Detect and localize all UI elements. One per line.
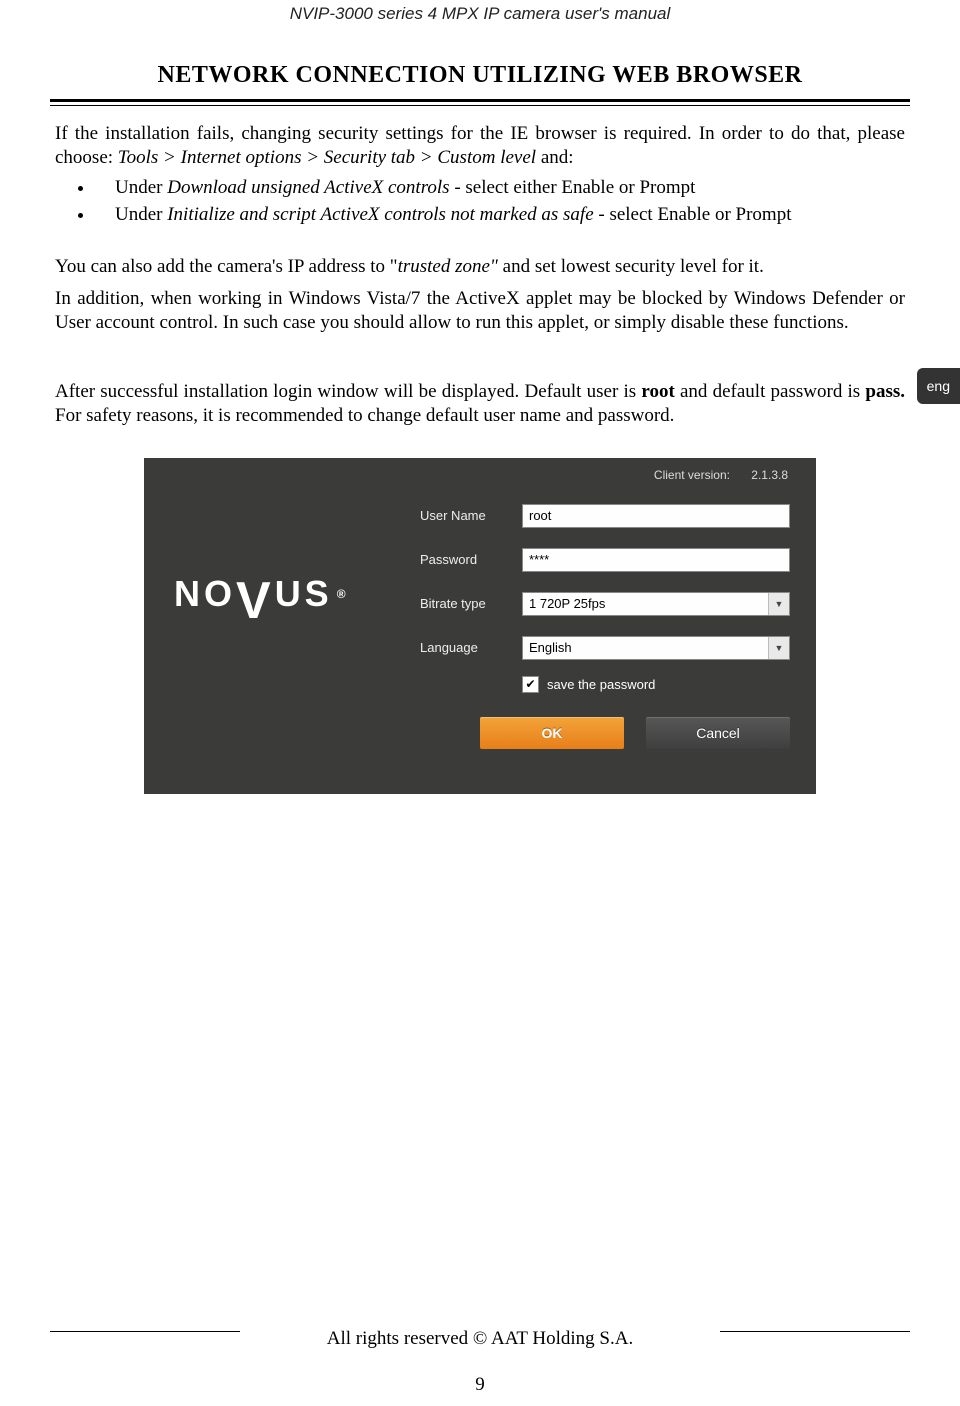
section-rule [50,99,910,104]
novus-logo: NOVUS® [174,573,346,615]
language-value: English [529,640,572,655]
text: and default password is [675,381,866,402]
registered-icon: ® [337,587,346,601]
save-password-checkbox[interactable]: ✔ [522,676,539,693]
client-version: Client version: 2.1.3.8 [654,468,788,482]
ok-button[interactable]: OK [480,717,624,749]
logo-text-v: V [236,583,275,619]
chevron-down-icon: ▼ [768,637,789,659]
paragraph-1: If the installation fails, changing secu… [55,122,905,170]
logo-text-pre: NO [174,573,236,615]
text: and set lowest security level for it. [498,256,764,277]
text: - select either Enable or Prompt [450,177,696,198]
cancel-button[interactable]: Cancel [646,717,790,749]
trusted-zone: trusted zone" [398,256,498,277]
password-input[interactable] [522,548,790,572]
default-user: root [641,381,674,402]
save-password-label: save the password [547,677,655,692]
section-title: NETWORK CONNECTION UTILIZING WEB BROWSER [0,62,960,89]
client-version-value: 2.1.3.8 [751,468,788,482]
username-input[interactable] [522,504,790,528]
text: - select Enable or Prompt [594,204,792,225]
option-name: Download unsigned ActiveX controls [167,177,449,198]
language-select[interactable]: English ▼ [522,636,790,660]
login-form: User Name Password Bitrate type 1 720P 2… [420,494,790,749]
paragraph-4: After successful installation login wind… [55,380,905,428]
text: and: [536,147,573,168]
paragraph-3: In addition, when working in Windows Vis… [55,287,905,335]
text: For safety reasons, it is recommended to… [55,405,674,426]
text: You can also add the camera's IP address… [55,256,398,277]
paragraph-2: You can also add the camera's IP address… [55,255,905,279]
text: After successful installation login wind… [55,381,641,402]
language-row: Language English ▼ [420,626,790,670]
login-window: Client version: 2.1.3.8 NOVUS ® User Name… [144,458,816,794]
default-pass: pass. [865,381,905,402]
bullet-item-1: Under Download unsigned ActiveX controls… [95,176,905,200]
language-label: Language [420,640,522,655]
logo-text-post: US [275,573,333,615]
username-label: User Name [420,508,522,523]
ok-label: OK [542,725,563,741]
password-row: Password [420,538,790,582]
chevron-down-icon: ▼ [768,593,789,615]
save-password-row: ✔ save the password [522,676,790,693]
bullet-list: Under Download unsigned ActiveX controls… [55,176,905,228]
footer-copyright: All rights reserved © AAT Holding S.A. [0,1328,960,1350]
client-version-label: Client version: [654,468,730,482]
cancel-label: Cancel [696,725,740,741]
language-tab: eng [917,368,960,404]
username-row: User Name [420,494,790,538]
text: Under [115,177,167,198]
password-label: Password [420,552,522,567]
bitrate-select[interactable]: 1 720P 25fps ▼ [522,592,790,616]
bitrate-row: Bitrate type 1 720P 25fps ▼ [420,582,790,626]
bitrate-label: Bitrate type [420,596,522,611]
menu-path: Tools > Internet options > Security tab … [118,147,536,168]
page-number: 9 [0,1374,960,1396]
button-row: OK Cancel [480,717,790,749]
option-name: Initialize and script ActiveX controls n… [167,204,593,225]
bitrate-value: 1 720P 25fps [529,596,605,611]
text: Under [115,204,167,225]
body-content: If the installation fails, changing secu… [55,122,905,428]
running-header: NVIP-3000 series 4 MPX IP camera user's … [0,0,960,24]
bullet-item-2: Under Initialize and script ActiveX cont… [95,203,905,227]
